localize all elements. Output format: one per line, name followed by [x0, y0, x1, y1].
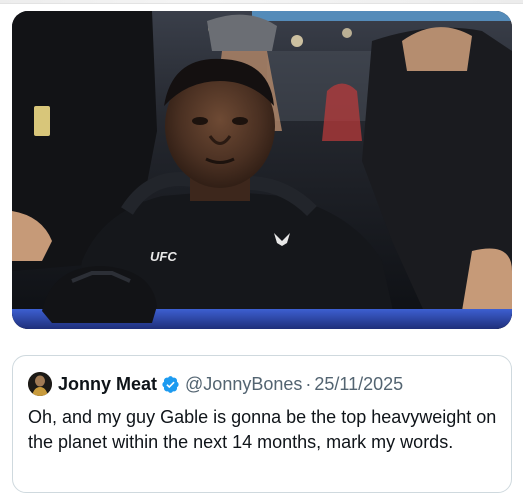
- author-name[interactable]: Jonny Meat: [58, 374, 157, 395]
- quoted-post-text: Oh, and my guy Gable is gonna be the top…: [28, 407, 497, 452]
- post-date[interactable]: 25/11/2025: [314, 374, 403, 395]
- author-avatar[interactable]: [28, 372, 52, 396]
- post-view: UFC Jonny Meat @JonnyBones · 25/11/2025 …: [0, 0, 523, 499]
- quoted-post-card[interactable]: Jonny Meat @JonnyBones · 25/11/2025 Oh, …: [12, 355, 512, 493]
- quoted-post-header: Jonny Meat @JonnyBones · 25/11/2025: [28, 371, 403, 397]
- header-separator: ·: [305, 373, 312, 394]
- svg-text:UFC: UFC: [150, 249, 177, 264]
- post-media-video[interactable]: UFC: [12, 11, 512, 329]
- verified-badge-icon: [162, 375, 179, 393]
- previous-content-edge: [0, 0, 523, 4]
- video-frame-image: UFC: [12, 11, 512, 329]
- author-handle[interactable]: @JonnyBones: [185, 374, 302, 395]
